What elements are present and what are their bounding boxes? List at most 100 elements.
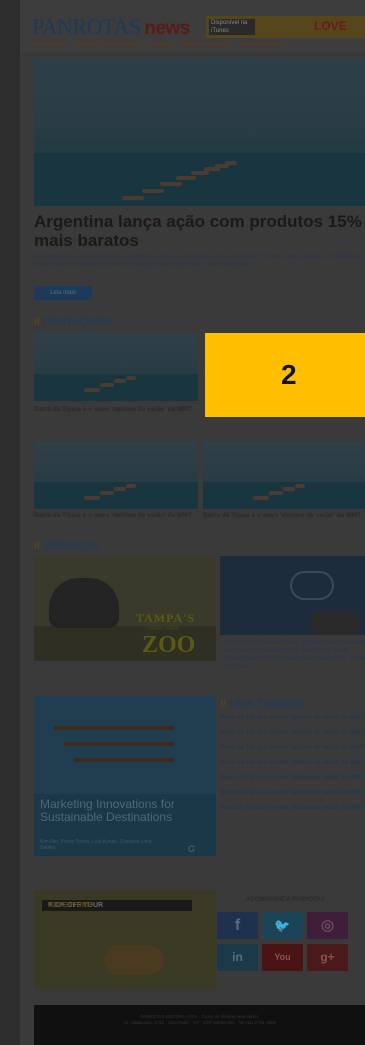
thumb-pier [283, 487, 295, 491]
section-slash-icon: // [34, 316, 41, 328]
destaque-caption-2[interactable]: Barra da Tijuca é o novo 'destino de ver… [34, 512, 198, 520]
youtube-glyph: You [274, 952, 291, 962]
cloud-icon [290, 571, 334, 600]
elephant-figure [49, 578, 119, 628]
zoo-ad-image[interactable]: TAMPA'S LOWRY PARK ZOO [34, 556, 216, 661]
twitter-glyph: 🐦 [274, 918, 291, 933]
app-store-badge[interactable]: Disponível na iTunes [209, 19, 255, 35]
hero-pier [122, 196, 144, 200]
facebook-icon[interactable]: f [217, 912, 258, 939]
section-slash-icon: // [220, 698, 227, 710]
facebook-glyph: f [234, 917, 241, 934]
annotation-marker: 2 [205, 333, 365, 417]
thumb-pier [295, 484, 305, 488]
googleplus-icon[interactable]: g+ [307, 944, 348, 971]
leia-tambem-link[interactable]: Barra da Tijuca é o novo 'destino de ver… [220, 789, 365, 797]
hero-headline[interactable]: Argentina lança ação com produtos 15% ma… [34, 212, 365, 250]
thumb-sea [34, 481, 198, 509]
hero-pier [176, 176, 196, 180]
panrotas-logo[interactable]: PANROTAS news [32, 14, 190, 40]
nav-item-pessoas[interactable]: PESSOAS MOTUAS [183, 42, 230, 48]
hero-image[interactable] [34, 58, 365, 206]
thumb-pier [100, 383, 114, 387]
instagram-icon[interactable]: ◎ [307, 912, 348, 939]
twitter-icon[interactable]: 🐦 [262, 912, 303, 939]
section-title-destaques: //DESTAQUES [34, 316, 111, 328]
thumb-pier [100, 491, 114, 495]
leia-tambem-link[interactable]: Barra da Tijuca é o novo 'destino de ver… [220, 729, 365, 737]
section-title-text: SERVIÇOS [43, 540, 100, 552]
marketing-authors: Kim Filo, Pedro Torres, Luiz Kunes, Cris… [40, 839, 152, 851]
publisher-logo: G [188, 844, 196, 854]
header-ad-banner[interactable]: Disponível na iTunes LOVE [206, 16, 365, 38]
left-gutter [0, 0, 20, 1045]
read-more-button[interactable]: Leia mais [34, 286, 92, 300]
hero-excerpt: Em tempos de crise no Brasil, na América… [34, 253, 364, 268]
thumb-pier [126, 376, 136, 380]
marketing-ad-image[interactable]: Marketing Innovations for Sustainable De… [34, 696, 216, 856]
destaque-thumb-1[interactable] [34, 333, 198, 401]
destaque-caption-1[interactable]: Barra da Tijuca é o novo 'destino de ver… [34, 406, 198, 414]
leia-tambem-link[interactable]: Barra da Tijuca é o novo 'destino de ver… [220, 759, 365, 767]
logo-text: PANROTAS [32, 14, 141, 39]
marketing-title: Marketing Innovations for Sustainable De… [40, 797, 175, 824]
thumb-pier [84, 388, 100, 392]
banner-love-text: LOVE [314, 19, 347, 33]
hero-pier [142, 189, 164, 193]
destaque-thumb-2[interactable] [34, 441, 198, 509]
hero-pier [160, 182, 182, 186]
section-title-text: DESTAQUES [43, 316, 111, 328]
section-title-servicos: //SERVIÇOS [34, 540, 100, 552]
deckchair-stripe [64, 742, 174, 746]
nav-item-viagens-corporativas[interactable]: VIAGENS CORPORATIVAS [75, 42, 138, 48]
hand-figure [310, 611, 360, 635]
newsletter-header: PANROTAS news Disponível na iTunes LOVE S… [20, 0, 365, 52]
service-cloud-caption[interactable]: Conheça o Service Cloud, a solução em ge… [224, 639, 365, 671]
leia-tambem-link[interactable]: Barra da Tijuca é o novo 'destino de ver… [220, 774, 365, 782]
hero-pier [191, 171, 209, 175]
email-viewport: PANROTAS news Disponível na iTunes LOVE S… [0, 0, 365, 1045]
googleplus-glyph: g+ [320, 950, 335, 964]
hero-pier [225, 161, 237, 165]
section-title-leia-tambem: //LEIA TAMBÉM [220, 698, 304, 710]
thumb-pier [269, 491, 283, 495]
deckchair-stripe [74, 758, 174, 762]
youtube-icon[interactable]: You [262, 944, 303, 971]
thumb-sea [203, 481, 365, 509]
section-slash-icon: // [34, 540, 41, 552]
newsletter-page: PANROTAS news Disponível na iTunes LOVE S… [20, 0, 365, 1045]
linkedin-icon[interactable]: in [217, 944, 258, 971]
destaque-thumb-3[interactable] [203, 441, 365, 509]
thumb-pier [253, 496, 269, 500]
nav-item-como-anunciar[interactable]: COMO ANUNCIAR [239, 42, 282, 48]
linkedin-glyph: in [232, 950, 243, 964]
social-title: ACOMPANHE A PANROTAS [246, 897, 325, 903]
nav-item-seminarios[interactable]: SEMINÁRIOS [34, 42, 66, 48]
zoo-title: TAMPA'S [136, 611, 196, 625]
lion-figure [104, 945, 164, 975]
leia-tambem-link[interactable]: Barra da Tijuca é o novo 'destino de ver… [220, 804, 365, 812]
leia-tambem-link[interactable]: Barra da Tijuca é o novo 'destino de ver… [220, 744, 365, 752]
deckchair-stripe [54, 726, 174, 730]
annotation-marker-number: 2 [281, 359, 297, 390]
section-title-text: LEIA TAMBÉM [229, 698, 305, 710]
thumb-pier [114, 487, 126, 491]
footer-text: PANROTAS EDITORA LTDA · Todos os direito… [34, 1014, 365, 1026]
hero-sea [34, 153, 365, 206]
service-cloud-image[interactable] [220, 556, 365, 635]
safari-adventure: ADVENTURE [48, 902, 92, 909]
leia-tambem-list: Barra da Tijuca é o novo 'destino de ver… [220, 714, 365, 819]
safari-banner-bar: KICK OFF YOUR ADVENTURE [42, 900, 192, 911]
instagram-glyph: ◎ [320, 917, 335, 934]
newsletter-footer: PANROTAS EDITORA LTDA · Todos os direito… [34, 1005, 365, 1045]
nav-item-estores[interactable]: E-STORES [148, 42, 173, 48]
thumb-sea [34, 373, 198, 401]
top-nav: SEMINÁRIOS VIAGENS CORPORATIVAS E-STORES… [34, 42, 365, 52]
thumb-pier [126, 484, 136, 488]
leia-tambem-link[interactable]: Barra da Tijuca é o novo 'destino de ver… [220, 714, 365, 722]
logo-suffix: news [144, 18, 190, 39]
safari-ad-image[interactable]: KICK OFF YOUR ADVENTURE [34, 890, 216, 989]
destaque-caption-3[interactable]: Barra da Tijuca é o novo 'destino de ver… [203, 512, 365, 520]
zoo-word: ZOO [142, 632, 196, 658]
thumb-pier [84, 496, 100, 500]
